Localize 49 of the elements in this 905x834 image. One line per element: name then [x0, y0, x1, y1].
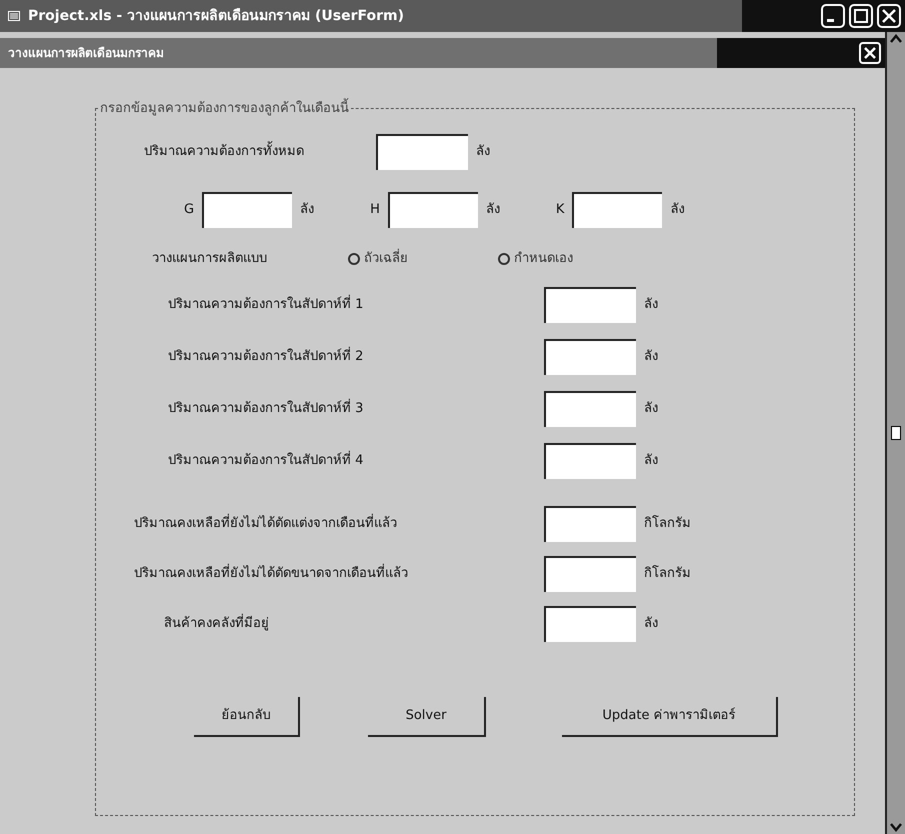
unit-label: ลัง — [644, 452, 658, 470]
input-field[interactable] — [544, 391, 636, 427]
input-field[interactable] — [544, 506, 636, 542]
close-icon[interactable] — [859, 42, 881, 64]
field-label: ปริมาณความต้องการในสัปดาห์ที่ 1 — [168, 295, 544, 315]
radio-option[interactable]: กำหนดเอง — [498, 249, 573, 269]
form-button[interactable]: Solver — [368, 697, 486, 737]
field-label: G — [184, 201, 194, 220]
unit-label: ลัง — [670, 201, 684, 220]
input-field[interactable] — [572, 192, 662, 228]
unit-label: ลัง — [300, 201, 314, 220]
form-button[interactable]: Update ค่าพารามิเตอร์ — [562, 697, 778, 737]
radio-option[interactable]: ถัวเฉลี่ย — [348, 249, 408, 269]
field-label: H — [370, 201, 380, 220]
unit-label: ลัง — [644, 296, 658, 314]
input-field[interactable] — [544, 443, 636, 479]
window-icon — [8, 11, 20, 21]
field-label: K — [556, 201, 564, 220]
unit-label: ลัง — [486, 201, 500, 220]
frame-caption: กรอกข้อมูลความต้องการของลูกค้าในเดือนนี้ — [98, 99, 351, 118]
field-label: ปริมาณคงเหลือที่ยังไม่ได้ตัดแต่งจากเดือนที่แล้ว — [134, 514, 544, 534]
field-label: ปริมาณความต้องการในสัปดาห์ที่ 3 — [168, 399, 544, 419]
input-field[interactable] — [544, 606, 636, 642]
unit-label: ลัง — [476, 143, 490, 162]
unit-label: ลัง — [644, 348, 658, 366]
form-title: วางแผนการผลิตเดือนมกราคม — [8, 45, 164, 62]
input-field[interactable] — [544, 556, 636, 592]
unit-label: ลัง — [644, 615, 658, 634]
field-label: สินค้าคงคลังที่มีอยู่ — [164, 614, 544, 634]
maximize-icon[interactable] — [849, 4, 873, 28]
window-title: Project.xls - วางแผนการผลิตเดือนมกราคม (UserForm) — [28, 6, 404, 26]
minimize-icon[interactable] — [821, 4, 845, 28]
field-label: ปริมาณความต้องการในสัปดาห์ที่ 2 — [168, 347, 544, 367]
unit-label: กิโลกรัม — [644, 514, 691, 534]
unit-label: กิโลกรัม — [644, 564, 691, 584]
input-field[interactable] — [544, 339, 636, 375]
input-field[interactable] — [376, 134, 468, 170]
scroll-thumb[interactable] — [891, 426, 901, 440]
field-label: ปริมาณคงเหลือที่ยังไม่ได้ตัดขนาดจากเดือนที่แล้ว — [134, 564, 544, 584]
field-label: ปริมาณความต้องการในสัปดาห์ที่ 4 — [168, 451, 544, 471]
field-label: ปริมาณความต้องการทั้งหมด — [144, 142, 376, 162]
unit-label: ลัง — [644, 400, 658, 418]
scrollbar[interactable] — [885, 32, 905, 834]
close-icon[interactable] — [877, 4, 901, 28]
form-button[interactable]: ย้อนกลับ — [194, 697, 300, 737]
input-field[interactable] — [388, 192, 478, 228]
field-label: วางแผนการผลิตแบบ — [152, 250, 268, 268]
input-field[interactable] — [544, 287, 636, 323]
input-field[interactable] — [202, 192, 292, 228]
